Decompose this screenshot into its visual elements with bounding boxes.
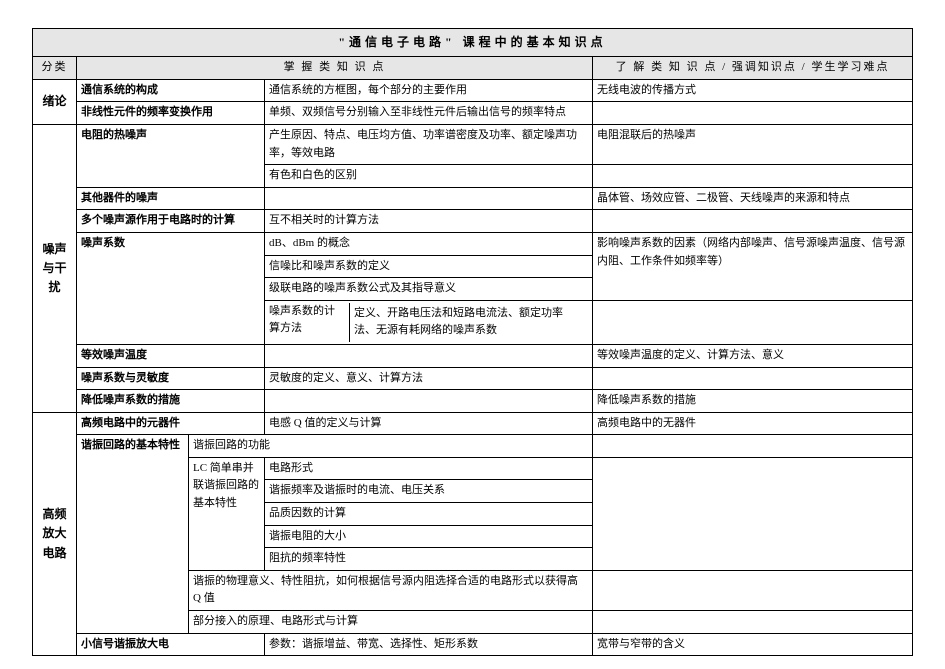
subtopic: 噪声系数 xyxy=(77,232,265,344)
understand-cell: 高频电路中的无器件 xyxy=(593,412,913,435)
master-cell: 单频、双频信号分别输入至非线性元件后输出信号的频率特点 xyxy=(265,102,593,125)
subtopic: 其他器件的噪声 xyxy=(77,187,265,210)
understand-cell xyxy=(593,300,913,344)
document-page: "通信电子电路" 课程中的基本知识点 分类 掌 握 类 知 识 点 了 解 类 … xyxy=(0,0,945,669)
table-row: 噪声系数 dB、dBm 的概念 影响噪声系数的因素（网络内部噪声、信号源噪声温度… xyxy=(33,232,913,255)
understand-cell: 晶体管、场效应管、二极管、天线噪声的来源和特点 xyxy=(593,187,913,210)
master-cell xyxy=(265,344,593,367)
understand-cell: 电阻混联后的热噪声 xyxy=(593,124,913,164)
master-cell: 定义、开路电压法和短路电流法、额定功率法、无源有耗网络的噪声系数 xyxy=(350,303,589,342)
understand-cell: 等效噪声温度的定义、计算方法、意义 xyxy=(593,344,913,367)
master-cell: 有色和白色的区别 xyxy=(265,165,593,188)
master-cell: 信噪比和噪声系数的定义 xyxy=(265,255,593,278)
master-cell: 谐振频率及谐振时的电流、电压关系 xyxy=(265,480,593,503)
master-cell: 级联电路的噪声系数公式及其指导意义 xyxy=(265,278,593,301)
master-cell: 阻抗的频率特性 xyxy=(265,548,593,571)
master-cell: 电感 Q 值的定义与计算 xyxy=(265,412,593,435)
subtopic-2: LC 简单串并联谐振回路的基本特性 xyxy=(189,457,265,570)
master-cell: 灵敏度的定义、意义、计算方法 xyxy=(265,367,593,390)
table-row: 非线性元件的频率变换作用 单频、双频信号分别输入至非线性元件后输出信号的频率特点 xyxy=(33,102,913,125)
subtopic-2: 噪声系数的计算方法 xyxy=(269,303,350,342)
category-hf: 高频放大电路 xyxy=(33,412,77,656)
subtopic: 噪声系数与灵敏度 xyxy=(77,367,265,390)
understand-cell: 宽带与窄带的含义 xyxy=(593,633,913,656)
understand-cell xyxy=(593,165,913,188)
category-noise: 噪声与干扰 xyxy=(33,124,77,412)
category-intro: 绪论 xyxy=(33,79,77,124)
subtopic: 多个噪声源作用于电路时的计算 xyxy=(77,210,265,233)
master-cell: 谐振电阻的大小 xyxy=(265,525,593,548)
master-cell: 互不相关时的计算方法 xyxy=(265,210,593,233)
table-row: 多个噪声源作用于电路时的计算 互不相关时的计算方法 xyxy=(33,210,913,233)
header-understand: 了 解 类 知 识 点 / 强调知识点 / 学生学习难点 xyxy=(593,57,913,80)
master-cell: 电路形式 xyxy=(265,457,593,480)
knowledge-table: "通信电子电路" 课程中的基本知识点 分类 掌 握 类 知 识 点 了 解 类 … xyxy=(32,28,913,656)
understand-cell: 降低噪声系数的措施 xyxy=(593,390,913,413)
category-noise-label: 噪声与干扰 xyxy=(42,242,66,294)
subtopic: 非线性元件的频率变换作用 xyxy=(77,102,265,125)
understand-cell xyxy=(593,611,913,634)
understand-cell xyxy=(593,570,913,610)
subtopic: 通信系统的构成 xyxy=(77,79,265,102)
understand-cell xyxy=(593,102,913,125)
master-cell: 谐振回路的功能 xyxy=(189,435,593,458)
master-cell: 参数：谐振增益、带宽、选择性、矩形系数 xyxy=(265,633,593,656)
table-row: 小信号谐振放大电 参数：谐振增益、带宽、选择性、矩形系数 宽带与窄带的含义 xyxy=(33,633,913,656)
nested-row: 噪声系数的计算方法 定义、开路电压法和短路电流法、额定功率法、无源有耗网络的噪声… xyxy=(269,303,588,342)
master-cell: 产生原因、特点、电压均方值、功率谱密度及功率、额定噪声功率，等效电路 xyxy=(265,124,593,164)
table-row: 其他器件的噪声 晶体管、场效应管、二极管、天线噪声的来源和特点 xyxy=(33,187,913,210)
header-master: 掌 握 类 知 识 点 xyxy=(77,57,593,80)
master-cell xyxy=(265,187,593,210)
table-row: 绪论 通信系统的构成 通信系统的方框图，每个部分的主要作用 无线电波的传播方式 xyxy=(33,79,913,102)
table-row: 等效噪声温度 等效噪声温度的定义、计算方法、意义 xyxy=(33,344,913,367)
understand-cell xyxy=(593,367,913,390)
master-cell xyxy=(265,390,593,413)
table-row: 降低噪声系数的措施 降低噪声系数的措施 xyxy=(33,390,913,413)
table-row: 谐振回路的基本特性 谐振回路的功能 xyxy=(33,435,913,458)
master-cell: 通信系统的方框图，每个部分的主要作用 xyxy=(265,79,593,102)
master-cell: dB、dBm 的概念 xyxy=(265,232,593,255)
master-cell: 谐振的物理意义、特性阻抗，如何根据信号源内阻选择合适的电路形式以获得高 Q 值 xyxy=(189,570,593,610)
understand-cell xyxy=(593,210,913,233)
title-row: "通信电子电路" 课程中的基本知识点 xyxy=(33,29,913,57)
table-row: 噪声与干扰 电阻的热噪声 产生原因、特点、电压均方值、功率谱密度及功率、额定噪声… xyxy=(33,124,913,164)
header-category: 分类 xyxy=(33,57,77,80)
subtopic: 等效噪声温度 xyxy=(77,344,265,367)
subtopic: 小信号谐振放大电 xyxy=(77,633,265,656)
understand-cell xyxy=(593,457,913,570)
table-row: 噪声系数与灵敏度 灵敏度的定义、意义、计算方法 xyxy=(33,367,913,390)
understand-cell: 影响噪声系数的因素（网络内部噪声、信号源噪声温度、信号源内阻、工作条件如频率等） xyxy=(593,232,913,300)
subtopic: 电阻的热噪声 xyxy=(77,124,265,187)
category-hf-label: 高频放大电路 xyxy=(42,507,66,559)
subtopic: 谐振回路的基本特性 xyxy=(77,435,189,633)
master-cell: 品质因数的计算 xyxy=(265,503,593,526)
header-row: 分类 掌 握 类 知 识 点 了 解 类 知 识 点 / 强调知识点 / 学生学… xyxy=(33,57,913,80)
subtopic: 降低噪声系数的措施 xyxy=(77,390,265,413)
table-row: 高频放大电路 高频电路中的元器件 电感 Q 值的定义与计算 高频电路中的无器件 xyxy=(33,412,913,435)
master-cell: 部分接入的原理、电路形式与计算 xyxy=(189,611,593,634)
subtopic: 高频电路中的元器件 xyxy=(77,412,265,435)
understand-cell: 无线电波的传播方式 xyxy=(593,79,913,102)
table-title: "通信电子电路" 课程中的基本知识点 xyxy=(33,29,913,57)
understand-cell xyxy=(593,435,913,458)
